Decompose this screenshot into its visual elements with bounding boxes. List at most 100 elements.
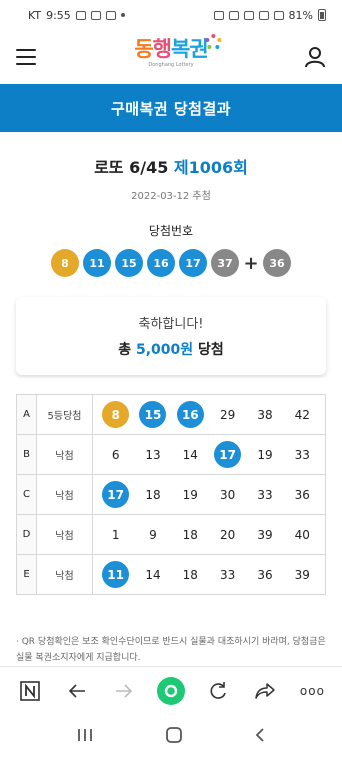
more-icon[interactable]: ooo: [297, 676, 327, 706]
battery-percent: 81%: [288, 8, 313, 22]
volte-icon: [243, 10, 254, 20]
winning-ball: 16: [147, 249, 175, 277]
winning-numbers: 8 11 15 16 17 37 + 36: [0, 249, 342, 277]
wifi-icon: [258, 10, 269, 20]
app-header: 동행복권 Donghang Lottery: [0, 30, 342, 84]
browser-toolbar: ooo: [0, 666, 342, 714]
ticket-number: 42: [294, 407, 310, 422]
n-icon[interactable]: [15, 676, 45, 706]
refresh-icon[interactable]: [203, 676, 233, 706]
pay-notification-icon: [105, 10, 116, 20]
congrats-message: 축하합니다!: [138, 317, 204, 332]
clock: 9:55: [46, 8, 71, 22]
ticket-number: 36: [294, 487, 310, 502]
winning-ball: 37: [211, 249, 239, 277]
ticket-number: 19: [182, 487, 198, 502]
donghang-lottery-logo[interactable]: 동행복권 Donghang Lottery: [134, 34, 222, 68]
ticket-result: 낙첨: [36, 554, 93, 595]
winning-ball: 8: [51, 249, 79, 277]
ticket-number: 1: [111, 527, 120, 542]
ticket-number: 20: [220, 527, 236, 542]
round-title: 로또 6/45 제1006회: [0, 154, 342, 178]
ticket-number: 15: [139, 401, 167, 428]
ticket-label: C: [16, 474, 37, 515]
draw-result-panel: 로또 6/45 제1006회 2022-03-12 추첨 당첨번호 8 11 1…: [0, 132, 342, 378]
ticket-row: D 낙첨 1 9 18 20 39 40: [16, 514, 326, 555]
ticket-number: 33: [257, 487, 273, 502]
ticket-number: 13: [145, 447, 161, 462]
bonus-ball: 36: [263, 249, 291, 277]
plus-sign: +: [243, 252, 259, 274]
ticket-number: 29: [220, 407, 236, 422]
ticket-number: 14: [182, 447, 198, 462]
ticket-result: 낙첨: [36, 514, 93, 555]
ticket-row: A 5등당첨 8 15 16 29 38 42: [16, 394, 326, 435]
more-notifications-icon: [120, 13, 125, 17]
youtube-notification-icon: [90, 10, 101, 20]
logo-text-2: 행: [152, 37, 172, 61]
ticket-result: 낙첨: [36, 434, 93, 475]
ticket-table: A 5등당첨 8 15 16 29 38 42 B 낙첨 6 13 14 17 19 33 C 낙첨 17 18 19 3…: [16, 394, 326, 595]
back-arrow-icon[interactable]: [62, 676, 92, 706]
ticket-number: 19: [257, 447, 273, 462]
ticket-number: 14: [145, 567, 161, 582]
ticket-number: 33: [294, 447, 310, 462]
ticket-number: 36: [257, 567, 273, 582]
ticket-number: 17: [102, 481, 130, 508]
system-nav-bar: [0, 714, 342, 760]
ticket-numbers: 8 15 16 29 38 42: [92, 394, 326, 435]
ticket-number: 6: [111, 447, 120, 462]
ticket-number: 18: [145, 487, 161, 502]
logo-text-3: 복권: [171, 37, 209, 61]
logo-text-1: 동: [134, 37, 153, 61]
ticket-label: D: [16, 514, 37, 555]
carrier-label: KT: [28, 8, 42, 22]
battery-icon: [318, 9, 326, 21]
ticket-number: 16: [176, 401, 204, 428]
forward-arrow-icon[interactable]: [109, 676, 139, 706]
ticket-number: 39: [257, 527, 273, 542]
ticket-numbers: 1 9 18 20 39 40: [92, 514, 326, 555]
ticket-number: 18: [182, 567, 198, 582]
home-circle-icon[interactable]: [156, 676, 186, 706]
ticket-row: E 낙첨 11 14 18 33 36 39: [16, 554, 326, 595]
logo-subtitle: Donghang Lottery: [148, 62, 194, 68]
ticket-number: 11: [102, 561, 130, 588]
ticket-number: 40: [294, 527, 310, 542]
congrats-card: 축하합니다! 총 5,000원 당첨: [16, 297, 326, 375]
ticket-number: 39: [294, 567, 310, 582]
page-title: 구매복권 당첨결과: [0, 84, 342, 132]
ticket-numbers: 17 18 19 30 33 36: [92, 474, 326, 515]
prize-total: 총 5,000원 당첨: [16, 339, 326, 359]
ticket-result: 낙첨: [36, 474, 93, 515]
ticket-table-section: A 5등당첨 8 15 16 29 38 42 B 낙첨 6 13 14 17 19 33 C 낙첨 17 18 19 3…: [0, 378, 342, 634]
ticket-number: 38: [257, 407, 273, 422]
logo-burst-icon: [205, 34, 222, 49]
ticket-numbers: 6 13 14 17 19 33: [92, 434, 326, 475]
ticket-label: B: [16, 434, 37, 475]
prize-suffix: 당첨: [198, 342, 224, 358]
ticket-number: 17: [214, 441, 242, 468]
game-name: 로또 6/45: [94, 158, 169, 177]
ticket-numbers: 11 14 18 33 36 39: [92, 554, 326, 595]
winning-ball: 17: [179, 249, 207, 277]
ticket-label: A: [16, 394, 37, 435]
ticket-label: E: [16, 554, 37, 595]
ticket-row: C 낙첨 17 18 19 30 33 36: [16, 474, 326, 515]
prize-prefix: 총: [118, 342, 132, 358]
back-icon[interactable]: [254, 727, 266, 747]
round-number: 제1006회: [173, 158, 248, 177]
recent-apps-icon[interactable]: [76, 727, 94, 747]
ticket-number: 9: [149, 527, 157, 542]
share-icon[interactable]: [250, 676, 280, 706]
gallery-notification-icon: [75, 10, 86, 20]
home-icon[interactable]: [165, 726, 183, 748]
signal-icon: [273, 10, 284, 20]
ticket-number: 30: [220, 487, 236, 502]
user-icon[interactable]: [304, 46, 326, 68]
ticket-row: B 낙첨 6 13 14 17 19 33: [16, 434, 326, 475]
ticket-result: 5등당첨: [36, 394, 93, 435]
winning-ball: 15: [115, 249, 143, 277]
menu-icon[interactable]: [16, 49, 36, 65]
mute-icon: [228, 10, 239, 20]
